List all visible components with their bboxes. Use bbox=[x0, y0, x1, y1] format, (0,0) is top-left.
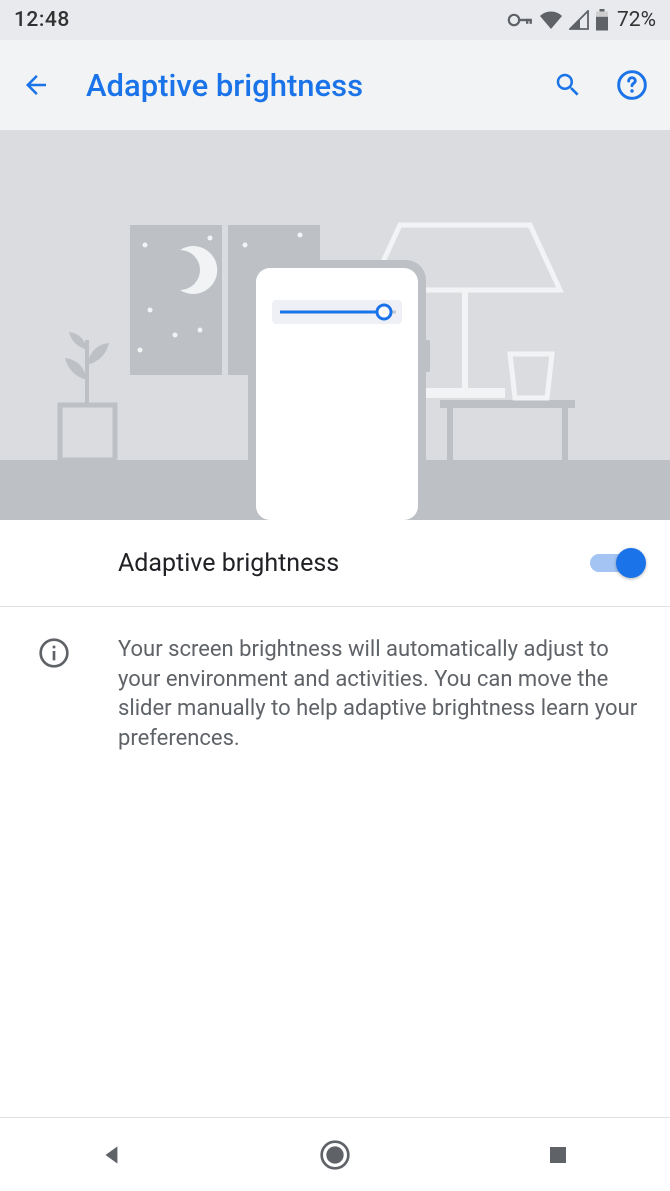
nav-home-button[interactable] bbox=[315, 1135, 355, 1175]
adaptive-brightness-row[interactable]: Adaptive brightness bbox=[0, 520, 670, 607]
cell-signal-icon bbox=[569, 10, 589, 30]
battery-percentage: 72% bbox=[617, 8, 656, 32]
info-icon bbox=[24, 635, 84, 754]
setting-label: Adaptive brightness bbox=[118, 549, 590, 578]
arrow-back-icon bbox=[21, 70, 51, 100]
page-title: Adaptive brightness bbox=[86, 67, 516, 104]
nav-back-button[interactable] bbox=[92, 1135, 132, 1175]
illustration bbox=[0, 130, 670, 520]
nav-recent-button[interactable] bbox=[538, 1135, 578, 1175]
status-icons: 72% bbox=[507, 8, 656, 32]
info-row: Your screen brightness will automaticall… bbox=[0, 607, 670, 782]
info-text: Your screen brightness will automaticall… bbox=[118, 635, 646, 754]
toggle-thumb bbox=[616, 548, 646, 578]
triangle-back-icon bbox=[99, 1142, 125, 1168]
back-button[interactable] bbox=[20, 69, 52, 101]
app-bar: Adaptive brightness bbox=[0, 40, 670, 130]
search-icon bbox=[553, 70, 583, 100]
navigation-bar bbox=[0, 1117, 670, 1191]
status-bar: 12:48 bbox=[0, 0, 670, 40]
vpn-key-icon bbox=[507, 13, 533, 27]
battery-icon bbox=[595, 9, 609, 31]
help-icon bbox=[616, 69, 648, 101]
status-time: 12:48 bbox=[14, 8, 70, 32]
wifi-icon bbox=[539, 10, 563, 30]
search-button[interactable] bbox=[550, 67, 586, 103]
adaptive-brightness-toggle[interactable] bbox=[590, 548, 646, 578]
circle-home-icon bbox=[319, 1139, 351, 1171]
square-recent-icon bbox=[546, 1143, 570, 1167]
help-button[interactable] bbox=[614, 67, 650, 103]
